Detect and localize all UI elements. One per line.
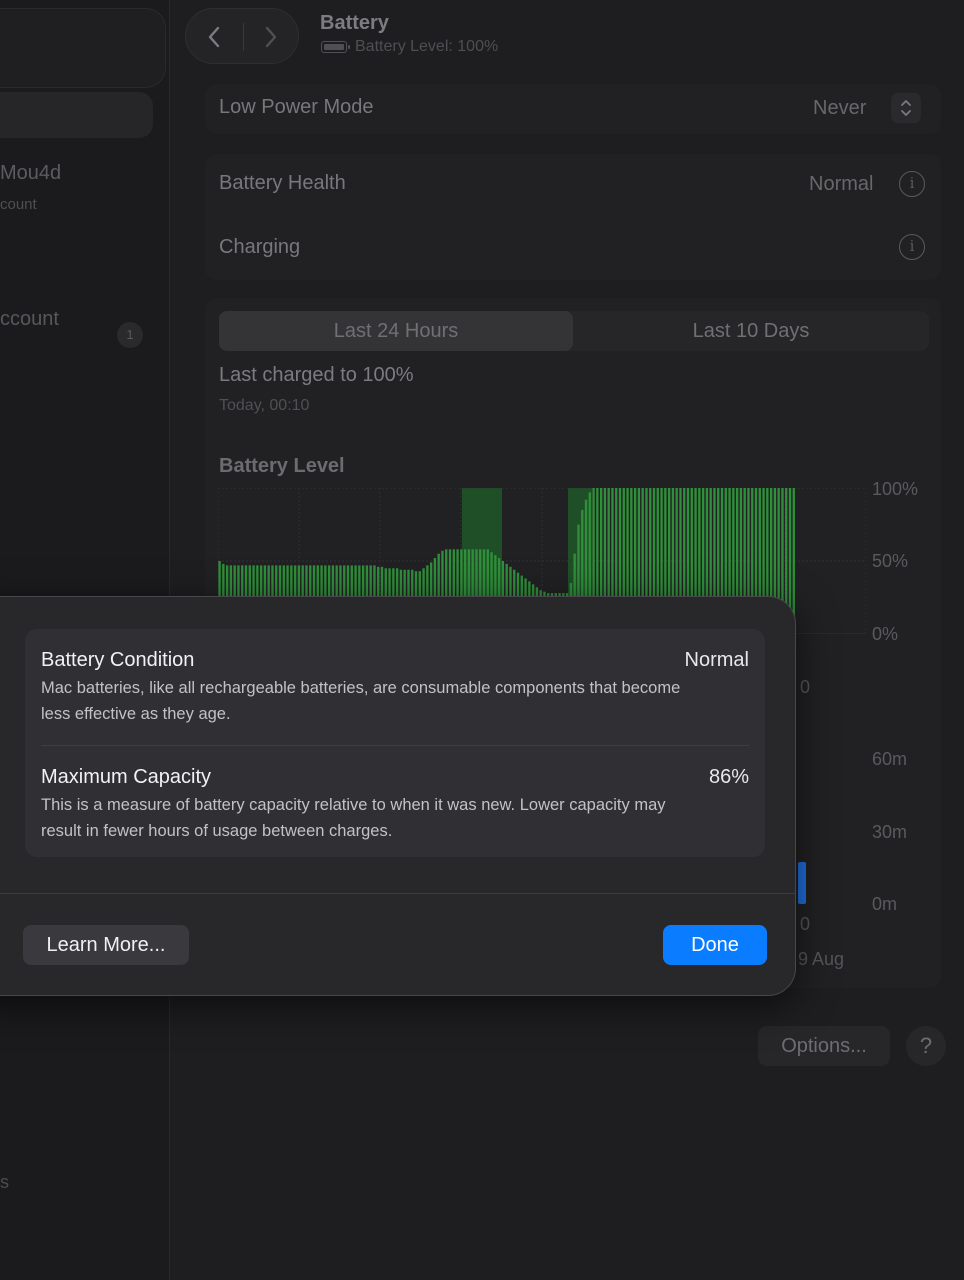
chevron-right-icon <box>265 26 277 48</box>
chart-title: Battery Level <box>219 455 345 477</box>
battery-condition-description: Mac batteries, like all rechargeable bat… <box>41 679 681 723</box>
battery-health-label: Battery Health <box>219 172 346 194</box>
maximum-capacity-description: This is a measure of battery capacity re… <box>41 796 666 840</box>
sidebar-search-field[interactable] <box>0 92 153 138</box>
chevron-left-icon <box>208 26 220 48</box>
low-power-value[interactable]: Never <box>813 97 866 120</box>
battery-level-status: Battery Level: 100% <box>321 38 498 56</box>
last-charged-time: Today, 00:10 <box>219 397 310 414</box>
options-button[interactable]: Options... <box>758 1026 890 1066</box>
y-tick-0: 0% <box>872 624 899 644</box>
maximum-capacity-title: Maximum Capacity <box>41 766 212 788</box>
battery-level-text: Battery Level: 100% <box>355 38 499 55</box>
battery-health-card: Battery Health Normal i Charging i <box>205 154 941 280</box>
forward-button[interactable] <box>243 9 299 65</box>
tab-last-10-days[interactable]: Last 10 Days <box>573 311 929 351</box>
x-tick-partial: 0 <box>800 914 811 934</box>
sheet-divider <box>0 893 795 894</box>
page-title: Battery <box>320 12 389 34</box>
y-tick-100: 100% <box>872 479 919 499</box>
charging-label: Charging <box>219 236 301 258</box>
low-power-label: Low Power Mode <box>219 96 374 118</box>
y-tick-60m: 60m <box>872 749 908 769</box>
battery-health-value: Normal <box>809 173 874 195</box>
sidebar-item-partial[interactable]: s <box>0 1172 9 1193</box>
battery-condition-title: Battery Condition <box>41 649 195 671</box>
x-date-label: 9 Aug <box>798 949 845 969</box>
low-power-card: Low Power Mode Never <box>205 84 941 134</box>
maximum-capacity-value: 86% <box>708 766 749 788</box>
x-tick-partial: 0 <box>800 677 811 697</box>
tab-last-24-hours[interactable]: Last 24 Hours <box>219 311 573 351</box>
y-tick-30m: 30m <box>872 822 908 842</box>
sidebar-user-subtitle: count <box>0 196 37 213</box>
info-icon[interactable]: i <box>899 171 925 197</box>
help-button[interactable]: ? <box>906 1026 946 1066</box>
sidebar-top <box>0 8 166 88</box>
sidebar-item-account[interactable]: ccount <box>0 308 59 331</box>
back-button[interactable] <box>186 9 242 65</box>
history-range-segmented-control: Last 24 Hours Last 10 Days <box>219 311 929 351</box>
y-tick-50: 50% <box>872 551 909 571</box>
done-button[interactable]: Done <box>663 925 767 965</box>
divider <box>41 745 749 746</box>
sidebar-account-badge: 1 <box>117 322 143 348</box>
navigation-buttons <box>185 8 299 64</box>
last-charged-label: Last charged to 100% <box>219 364 414 386</box>
sidebar-user-name[interactable]: Mou4d <box>0 162 61 185</box>
usage-bar <box>798 862 806 904</box>
info-icon[interactable]: i <box>899 234 925 260</box>
learn-more-button[interactable]: Learn More... <box>23 925 189 965</box>
battery-health-sheet: Battery Condition Normal Mac batteries, … <box>0 596 796 996</box>
battery-health-details: Battery Condition Normal Mac batteries, … <box>25 629 765 857</box>
battery-icon <box>321 41 350 53</box>
battery-condition-value: Normal <box>684 649 749 671</box>
y-tick-0m: 0m <box>872 894 898 914</box>
up-down-chevron-icon[interactable] <box>891 93 921 123</box>
